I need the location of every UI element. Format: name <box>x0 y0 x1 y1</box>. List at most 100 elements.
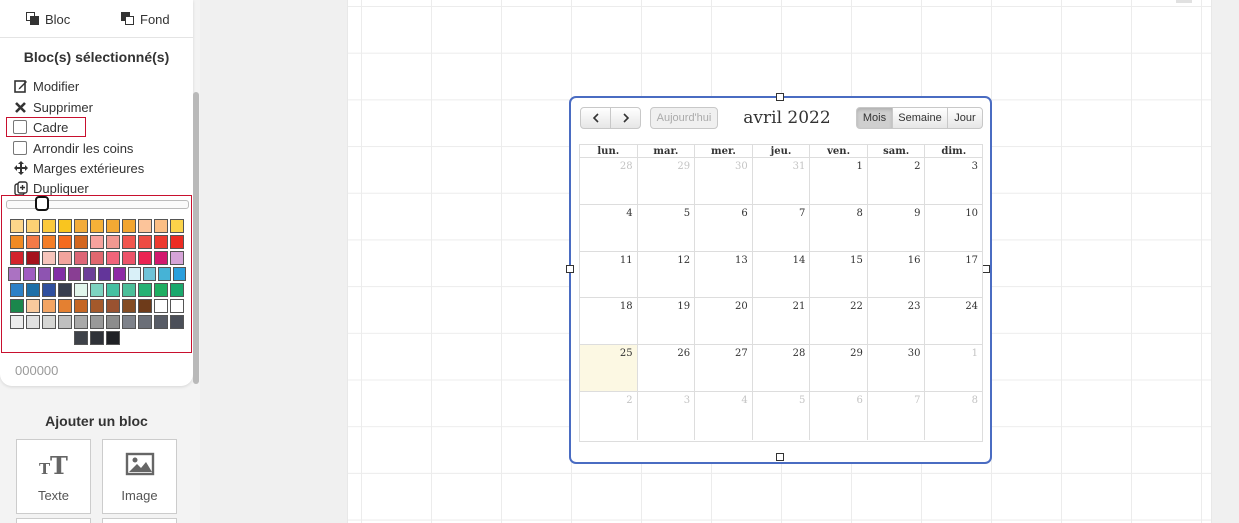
day-cell[interactable]: 14 <box>753 251 811 298</box>
day-cell[interactable]: 13 <box>695 251 753 298</box>
panel-scrollbar[interactable] <box>193 92 199 384</box>
color-swatch[interactable] <box>74 315 88 329</box>
day-cell[interactable]: 20 <box>695 298 753 345</box>
color-swatch[interactable] <box>83 267 96 281</box>
today-button[interactable]: Aujourd'hui <box>650 107 718 129</box>
color-swatch[interactable] <box>74 251 88 265</box>
day-cell[interactable]: 31 <box>753 158 811 204</box>
color-swatch[interactable] <box>122 219 136 233</box>
color-swatch[interactable] <box>58 251 72 265</box>
color-swatch[interactable] <box>58 235 72 249</box>
color-swatch[interactable] <box>106 331 120 345</box>
color-swatch[interactable] <box>10 299 24 313</box>
color-swatch[interactable] <box>10 283 24 297</box>
day-cell[interactable]: 28 <box>580 158 638 204</box>
color-swatch[interactable] <box>68 267 81 281</box>
color-swatch[interactable] <box>154 219 168 233</box>
round-corners-checkbox[interactable]: Arrondir les coins <box>13 139 133 157</box>
day-cell[interactable]: 24 <box>925 298 982 344</box>
color-swatch[interactable] <box>90 283 104 297</box>
next-month-button[interactable] <box>610 107 641 129</box>
color-swatch[interactable] <box>42 251 56 265</box>
day-cell[interactable]: 7 <box>868 391 926 440</box>
color-swatch[interactable] <box>23 267 36 281</box>
color-swatch[interactable] <box>122 235 136 249</box>
day-cell[interactable]: 27 <box>695 345 753 391</box>
color-swatch[interactable] <box>154 299 168 313</box>
resize-handle-right[interactable] <box>982 265 990 273</box>
color-swatch[interactable] <box>26 299 40 313</box>
day-cell[interactable]: 8 <box>925 392 982 440</box>
add-image-block-button[interactable]: Image <box>102 439 177 514</box>
round-corners-checkbox-box[interactable] <box>13 141 27 155</box>
color-swatch[interactable] <box>122 283 136 297</box>
day-cell[interactable]: 23 <box>868 298 926 345</box>
color-swatch[interactable] <box>26 283 40 297</box>
day-cell[interactable]: 30 <box>868 345 926 391</box>
color-swatch[interactable] <box>173 267 186 281</box>
day-cell[interactable]: 22 <box>810 298 868 345</box>
day-cell[interactable]: 6 <box>695 204 753 251</box>
calendar-block[interactable]: Aujourd'hui avril 2022 Mois Semaine Jour… <box>566 93 992 464</box>
color-swatch[interactable] <box>170 235 184 249</box>
opacity-slider-thumb[interactable] <box>35 196 49 211</box>
day-cell[interactable]: 29 <box>638 158 696 204</box>
color-swatch[interactable] <box>42 235 56 249</box>
color-swatch[interactable] <box>26 235 40 249</box>
margins-action[interactable]: Marges extérieures <box>13 159 144 177</box>
delete-action[interactable]: Supprimer <box>13 98 93 116</box>
color-swatch[interactable] <box>170 315 184 329</box>
day-cell[interactable]: 15 <box>810 251 868 298</box>
add-block-tile-3[interactable] <box>16 518 91 523</box>
day-cell[interactable]: 16 <box>868 251 926 298</box>
color-swatch[interactable] <box>74 283 88 297</box>
day-cell[interactable]: 26 <box>638 345 696 391</box>
color-swatch[interactable] <box>58 219 72 233</box>
modify-action[interactable]: Modifier <box>13 77 79 95</box>
day-cell[interactable]: 7 <box>753 204 811 251</box>
day-cell[interactable]: 12 <box>638 251 696 298</box>
color-swatch[interactable] <box>170 299 184 313</box>
color-swatch[interactable] <box>113 267 126 281</box>
day-cell[interactable]: 11 <box>580 251 638 298</box>
color-swatch[interactable] <box>138 251 152 265</box>
color-swatch[interactable] <box>10 235 24 249</box>
color-swatch[interactable] <box>138 219 152 233</box>
color-swatch[interactable] <box>10 315 24 329</box>
color-swatch[interactable] <box>58 315 72 329</box>
day-cell[interactable]: 21 <box>753 298 811 345</box>
color-swatch[interactable] <box>10 251 24 265</box>
color-swatch[interactable] <box>106 235 120 249</box>
color-swatch[interactable] <box>74 235 88 249</box>
color-swatch[interactable] <box>90 331 104 345</box>
color-swatch[interactable] <box>10 219 24 233</box>
color-swatch[interactable] <box>74 331 88 345</box>
hex-color-value[interactable]: 000000 <box>15 363 58 378</box>
color-swatch[interactable] <box>74 299 88 313</box>
color-swatch[interactable] <box>122 315 136 329</box>
day-cell[interactable]: 1 <box>925 345 982 391</box>
color-swatch[interactable] <box>106 219 120 233</box>
color-swatch[interactable] <box>154 251 168 265</box>
color-swatch[interactable] <box>58 283 72 297</box>
color-swatch[interactable] <box>26 219 40 233</box>
resize-handle-bottom[interactable] <box>776 453 784 461</box>
color-swatch[interactable] <box>42 219 56 233</box>
day-cell[interactable]: 2 <box>580 391 638 440</box>
color-swatch[interactable] <box>38 267 51 281</box>
day-cell[interactable]: 17 <box>925 252 982 298</box>
day-cell[interactable]: 1 <box>810 158 868 204</box>
color-swatch[interactable] <box>90 219 104 233</box>
day-cell[interactable]: 6 <box>810 391 868 440</box>
day-cell[interactable]: 4 <box>695 391 753 440</box>
view-month-button[interactable]: Mois <box>856 107 893 129</box>
resize-handle-left[interactable] <box>566 265 574 273</box>
color-swatch[interactable] <box>90 251 104 265</box>
color-swatch[interactable] <box>170 219 184 233</box>
tab-fond[interactable]: Fond <box>121 10 170 28</box>
color-swatch[interactable] <box>154 235 168 249</box>
day-cell[interactable]: 19 <box>638 298 696 345</box>
color-swatch[interactable] <box>122 251 136 265</box>
color-swatch[interactable] <box>90 299 104 313</box>
color-swatch[interactable] <box>90 235 104 249</box>
